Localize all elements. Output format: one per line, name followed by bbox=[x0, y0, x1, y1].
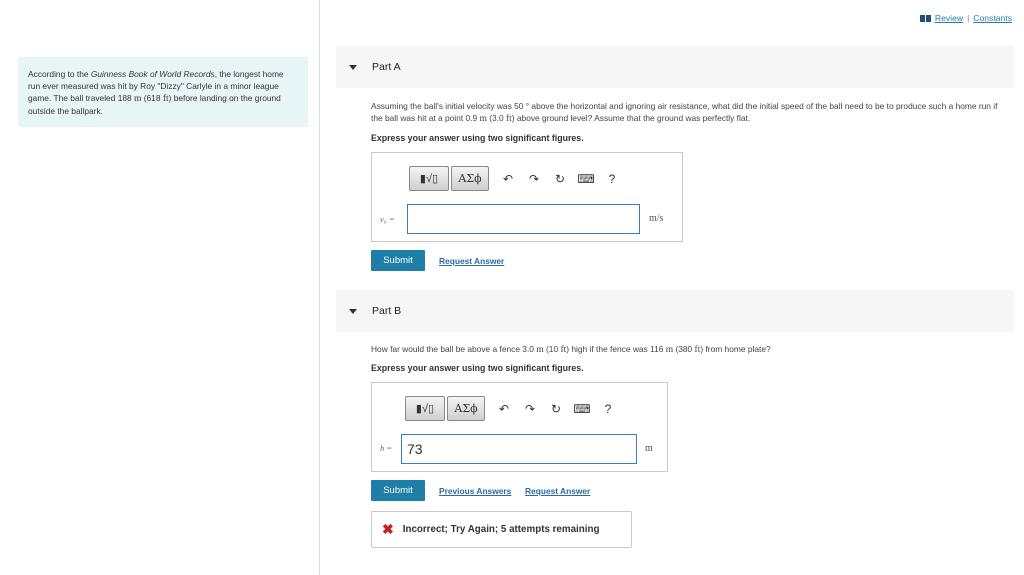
triangle-down-icon bbox=[349, 309, 357, 314]
part-a-instruction: Express your answer using two significan… bbox=[371, 133, 584, 143]
part-a-title: Part A bbox=[372, 61, 401, 73]
part-b-instruction: Express your answer using two significan… bbox=[371, 363, 584, 373]
math-toolbar: ▮√▯ ΑΣϕ ↶ ↷ ↻ ⌨ ? bbox=[405, 396, 621, 421]
constants-link[interactable]: Constants bbox=[973, 13, 1012, 23]
help-icon[interactable]: ? bbox=[595, 396, 621, 421]
submit-button[interactable]: Submit bbox=[371, 480, 425, 501]
request-answer-link[interactable]: Request Answer bbox=[525, 486, 590, 496]
question-text: (380 bbox=[673, 344, 695, 354]
undo-icon[interactable]: ↶ bbox=[495, 166, 521, 191]
templates-button[interactable]: ▮√▯ bbox=[409, 166, 449, 191]
reset-icon[interactable]: ↻ bbox=[547, 166, 573, 191]
link-separator: | bbox=[967, 13, 970, 23]
answer-label: v₀ = bbox=[380, 214, 395, 224]
unit-m: m bbox=[479, 114, 487, 124]
part-a-equation-box: ▮√▯ ΑΣϕ ↶ ↷ ↻ ⌨ ? v₀ = m/s bbox=[371, 152, 683, 242]
greek-symbols-button[interactable]: ΑΣϕ bbox=[451, 166, 489, 191]
x-mark-icon: ✖ bbox=[382, 521, 394, 537]
part-b-title: Part B bbox=[372, 305, 402, 317]
keyboard-icon[interactable]: ⌨ bbox=[573, 166, 599, 191]
help-icon[interactable]: ? bbox=[599, 166, 625, 191]
part-b-question: How far would the ball be above a fence … bbox=[371, 343, 1011, 356]
templates-button[interactable]: ▮√▯ bbox=[405, 396, 445, 421]
request-answer-link[interactable]: Request Answer bbox=[439, 256, 504, 266]
triangle-down-icon bbox=[349, 65, 357, 70]
redo-icon[interactable]: ↷ bbox=[521, 166, 547, 191]
intro-text: (618 bbox=[141, 93, 163, 103]
question-text: (10 bbox=[543, 344, 561, 354]
unit-m: m bbox=[536, 345, 544, 355]
previous-answers-link[interactable]: Previous Answers bbox=[439, 486, 511, 496]
part-b-equation-box: ▮√▯ ΑΣϕ ↶ ↷ ↻ ⌨ ? h = 73 m bbox=[371, 382, 668, 472]
part-b-header[interactable]: Part B bbox=[336, 290, 1014, 332]
answer-input[interactable] bbox=[407, 204, 640, 234]
intro-text: According to the bbox=[28, 69, 91, 79]
book-icon bbox=[919, 14, 931, 22]
question-text: How far would the ball be above a fence … bbox=[371, 344, 537, 354]
left-column: According to the Guinness Book of World … bbox=[0, 0, 320, 575]
part-a-header[interactable]: Part A bbox=[336, 46, 1014, 88]
question-text: (3.0 bbox=[486, 113, 506, 123]
part-a-question: Assuming the ball's initial velocity was… bbox=[371, 100, 1011, 125]
answer-unit: m bbox=[645, 443, 653, 454]
keyboard-icon[interactable]: ⌨ bbox=[569, 396, 595, 421]
answer-unit: m/s bbox=[649, 213, 664, 224]
top-links: Review | Constants bbox=[919, 13, 1012, 23]
question-text: ) high if the fence was 116 bbox=[566, 344, 666, 354]
submit-button[interactable]: Submit bbox=[371, 250, 425, 271]
review-link[interactable]: Review bbox=[935, 13, 963, 23]
answer-label: h = bbox=[380, 443, 393, 453]
question-text: ) above ground level? Assume that the gr… bbox=[511, 113, 751, 123]
redo-icon[interactable]: ↷ bbox=[517, 396, 543, 421]
question-text: ) from home plate? bbox=[700, 344, 771, 354]
greek-symbols-button[interactable]: ΑΣϕ bbox=[447, 396, 485, 421]
feedback-box: ✖ Incorrect; Try Again; 5 attempts remai… bbox=[371, 511, 632, 548]
math-toolbar: ▮√▯ ΑΣϕ ↶ ↷ ↻ ⌨ ? bbox=[409, 166, 625, 191]
answer-input[interactable]: 73 bbox=[401, 434, 637, 464]
feedback-text: Incorrect; Try Again; 5 attempts remaini… bbox=[402, 524, 600, 535]
undo-icon[interactable]: ↶ bbox=[491, 396, 517, 421]
intro-source: Guinness Book of World Records bbox=[90, 69, 215, 79]
problem-intro: According to the Guinness Book of World … bbox=[18, 57, 308, 127]
reset-icon[interactable]: ↻ bbox=[543, 396, 569, 421]
